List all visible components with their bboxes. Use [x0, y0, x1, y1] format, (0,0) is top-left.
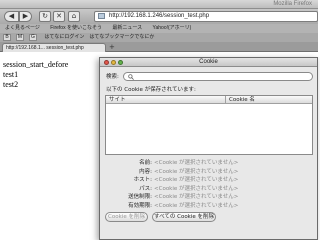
detail-value-host: <Cookie が選択されていません>	[154, 177, 239, 183]
stop-button[interactable]: ✕	[53, 11, 65, 22]
tab-bar: http://192.168.1... session_test.php +	[0, 42, 318, 52]
addon-toolbar-text[interactable]: はてなにログイン はてなブックマークでなにか	[44, 34, 154, 40]
detail-value-content: <Cookie が選択されていません>	[154, 168, 239, 175]
detail-label-name: 名前:	[139, 160, 152, 166]
page-text-line: test1	[3, 70, 19, 79]
home-button[interactable]: ⌂	[68, 11, 80, 22]
column-header-site[interactable]: サイト	[109, 96, 126, 104]
search-icon	[128, 74, 134, 80]
detail-label-host: ホスト:	[133, 177, 152, 183]
remove-all-cookies-button[interactable]: すべての Cookie を削除	[152, 212, 216, 222]
browser-titlebar: Mozilla Firefox	[0, 0, 318, 9]
search-label: 検索:	[106, 74, 119, 80]
addon-button[interactable]: B	[3, 34, 11, 41]
detail-value-path: <Cookie が選択されていません>	[154, 185, 239, 192]
bookmark-item[interactable]: Firefox を使いこなそう	[50, 25, 102, 31]
column-divider[interactable]	[225, 96, 226, 104]
saved-cookies-label: 以下の Cookie が保存されています:	[106, 87, 196, 93]
page-text-line: test2	[3, 80, 19, 89]
column-header-cookie-name[interactable]: Cookie 名	[229, 96, 255, 104]
detail-label-path: パス:	[139, 185, 152, 192]
url-text: http://192.168.1.246/session_test.php	[109, 13, 210, 19]
page-text-line: session_start_defore	[3, 60, 69, 69]
table-header: サイト Cookie 名	[106, 96, 312, 104]
cookie-table[interactable]: サイト Cookie 名	[105, 95, 313, 155]
detail-value-expires: <Cookie が選択されていません>	[154, 202, 239, 209]
new-tab-button[interactable]: +	[109, 43, 115, 51]
detail-value-name: <Cookie が選択されていません>	[154, 160, 239, 166]
detail-label-send-restriction: 送信制限:	[128, 194, 152, 200]
bookmark-item[interactable]: よく見るページ	[5, 25, 40, 31]
back-button[interactable]: ◀	[4, 11, 19, 22]
addon-button[interactable]: G	[29, 34, 37, 41]
bookmark-item[interactable]: 最新ニュース	[112, 25, 142, 31]
site-icon	[98, 13, 105, 19]
addon-toolbar: BMG はてなにログイン はてなブックマークでなにか	[0, 33, 318, 42]
cookie-dialog: Cookie 検索: 以下の Cookie が保存されています: サイト Coo…	[99, 57, 318, 240]
bookmarks-toolbar: よく見るページ Firefox を使いこなそう 最新ニュース Yahoo!(アホ…	[0, 24, 318, 33]
bookmark-item[interactable]: Yahoo!(アホーリ)	[153, 25, 192, 31]
reload-button[interactable]: ↻	[39, 11, 51, 22]
detail-value-send-restriction: <Cookie が選択されていません>	[154, 194, 239, 200]
forward-button[interactable]: ▶	[19, 11, 32, 22]
browser-tab[interactable]: http://192.168.1... session_test.php	[2, 43, 106, 52]
dialog-title: Cookie	[199, 59, 218, 65]
dialog-titlebar: Cookie	[100, 58, 317, 67]
cookie-search-input[interactable]	[123, 72, 313, 81]
detail-label-expires: 有効期限:	[128, 202, 152, 209]
window-title: Mozilla Firefox	[273, 1, 312, 7]
detail-label-content: 内容:	[139, 168, 152, 175]
remove-cookie-button[interactable]: Cookie を削除	[105, 212, 148, 222]
url-bar[interactable]: http://192.168.1.246/session_test.php	[94, 11, 318, 22]
addon-button[interactable]: M	[16, 34, 24, 41]
